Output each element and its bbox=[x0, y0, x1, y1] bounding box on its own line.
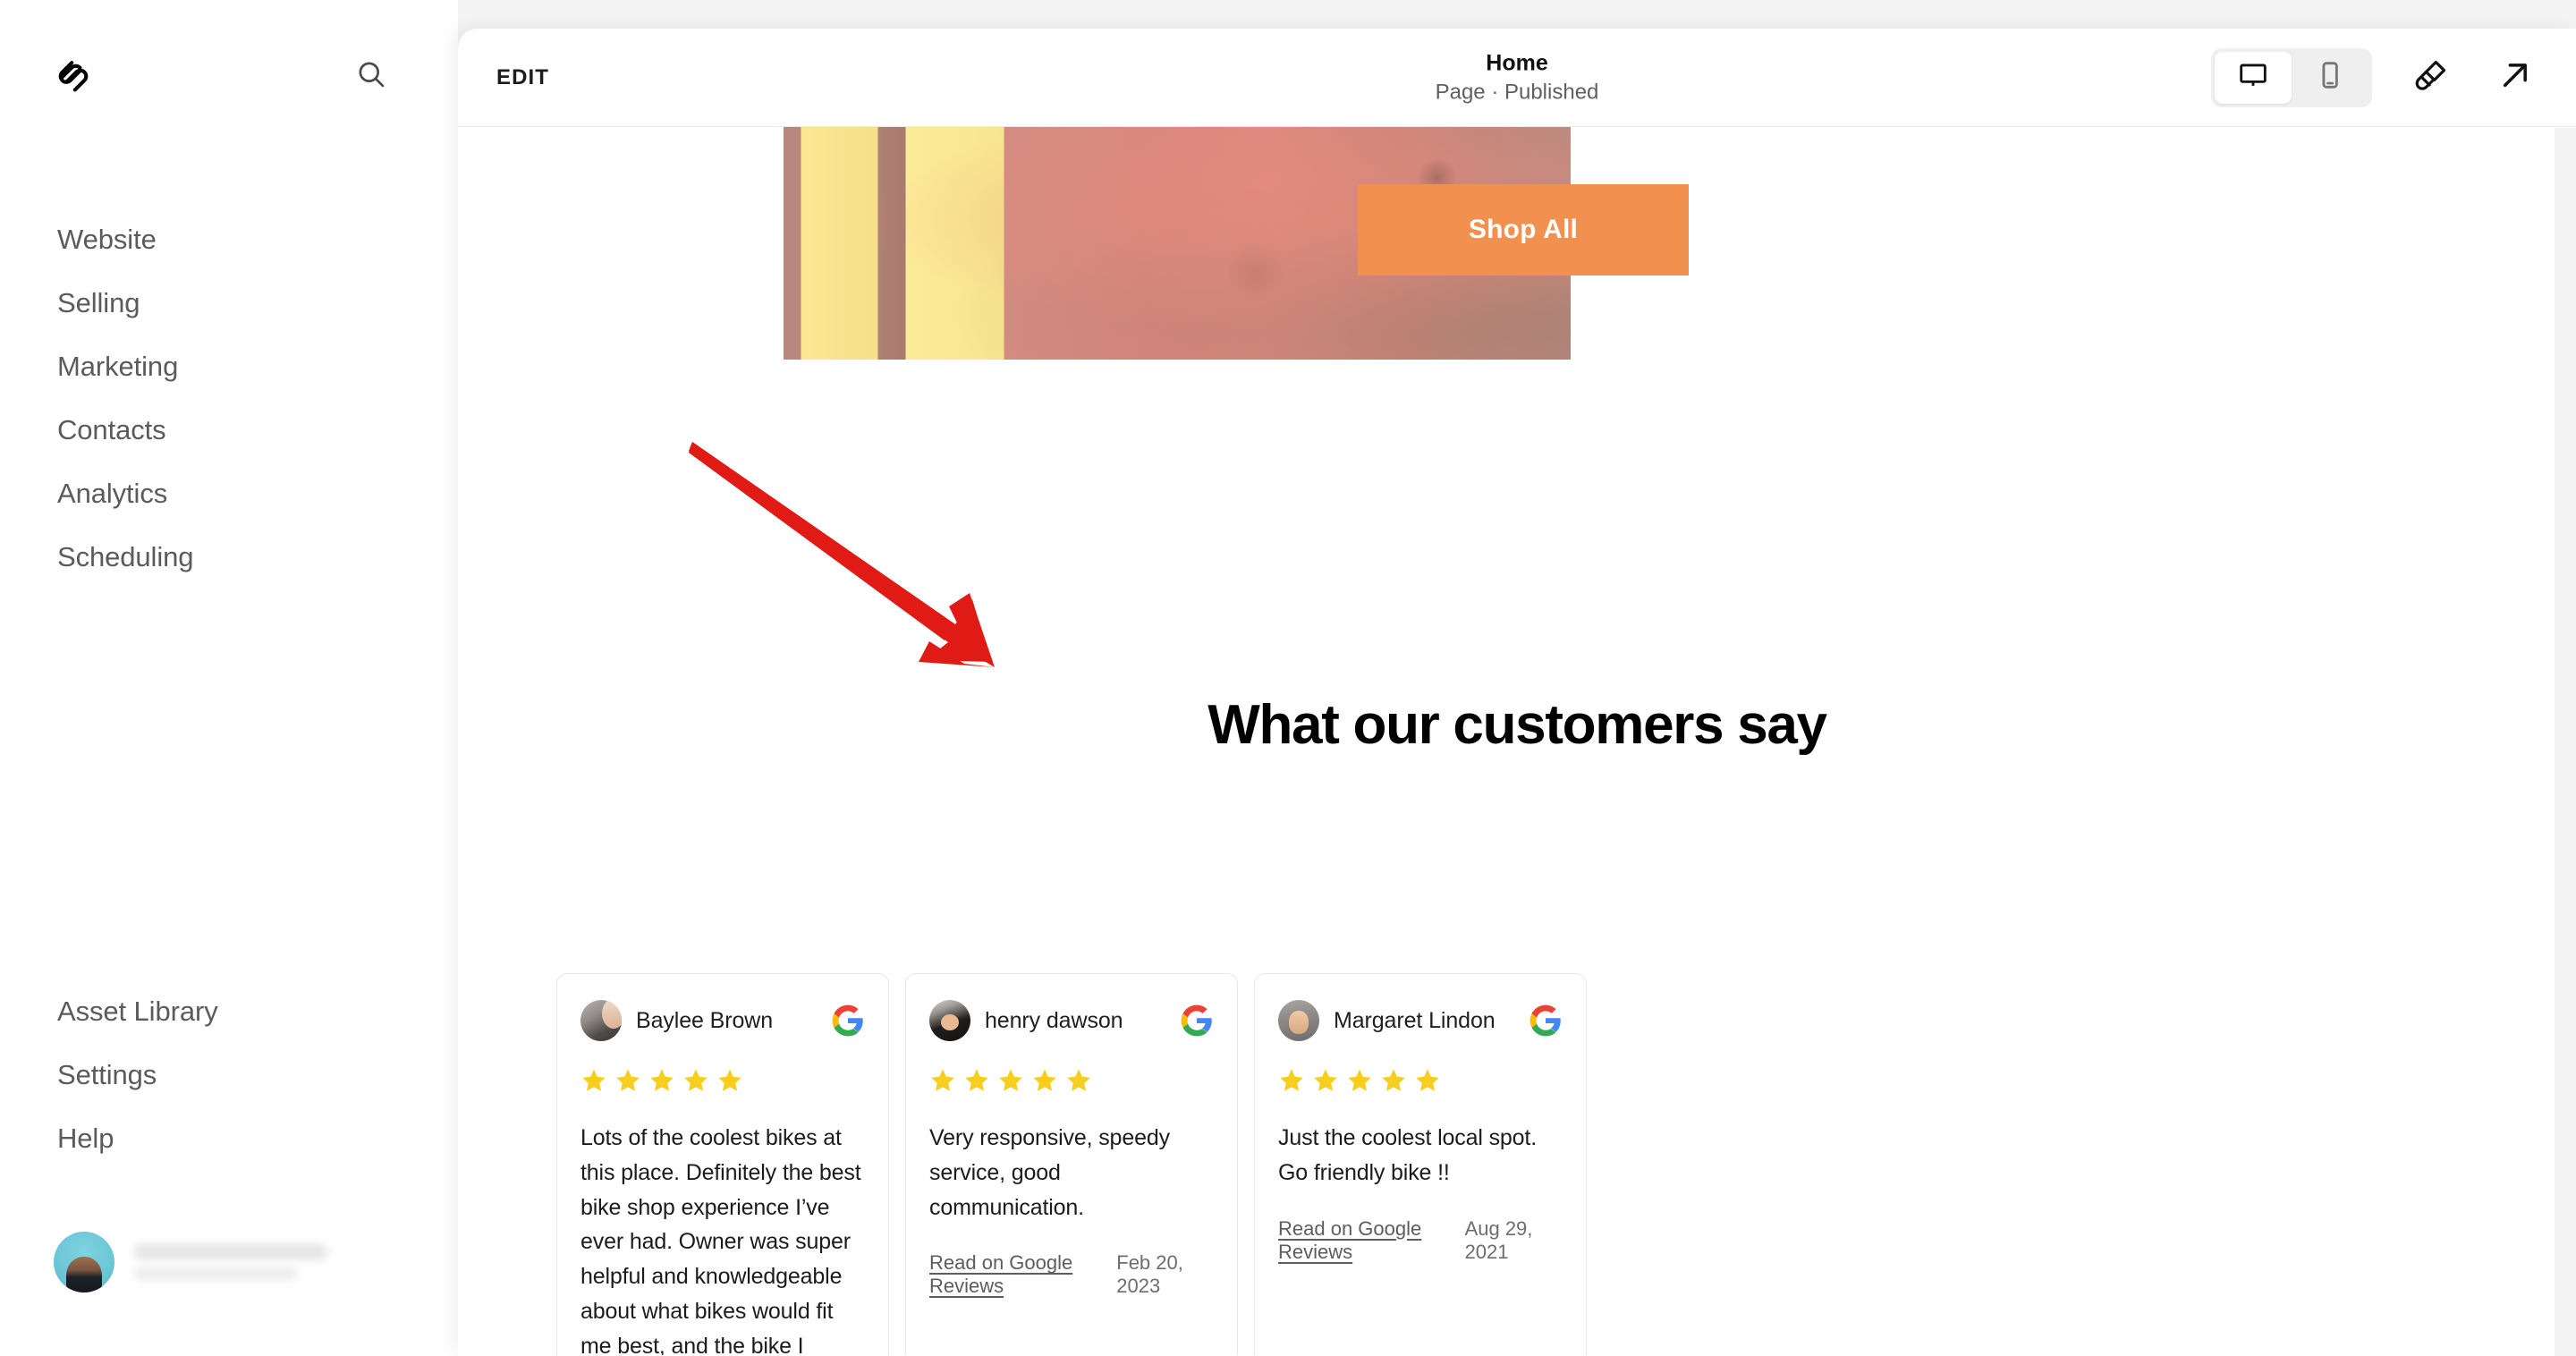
star-icon bbox=[614, 1067, 641, 1094]
sidebar-item-asset-library[interactable]: Asset Library bbox=[0, 979, 458, 1043]
review-card[interactable]: Baylee Brown Lots of the coolest bikes a… bbox=[556, 973, 889, 1355]
reviews-grid: Baylee Brown Lots of the coolest bikes a… bbox=[556, 973, 2476, 1355]
sidebar-item-analytics[interactable]: Analytics bbox=[0, 462, 458, 525]
star-icon bbox=[1346, 1067, 1373, 1094]
review-header: Margaret Lindon bbox=[1278, 997, 1563, 1044]
star-icon bbox=[963, 1067, 990, 1094]
star-icon bbox=[1380, 1067, 1407, 1094]
avatar bbox=[54, 1232, 114, 1292]
star-icon bbox=[1278, 1067, 1305, 1094]
site-preview[interactable]: Shop All What our customers say Baylee B… bbox=[458, 127, 2576, 1355]
review-footer: Read on Google Reviews Feb 20, 2023 bbox=[929, 1251, 1214, 1298]
read-on-google-reviews-link[interactable]: Read on Google Reviews bbox=[929, 1251, 1116, 1298]
sidebar: Website Selling Marketing Contacts Analy… bbox=[0, 0, 458, 1356]
site-styles-button[interactable] bbox=[2406, 53, 2456, 103]
star-rating bbox=[1278, 1067, 1563, 1094]
preview-scrollbar[interactable] bbox=[2555, 128, 2576, 1356]
sidebar-secondary-nav: Asset Library Settings Help bbox=[0, 979, 458, 1170]
star-icon bbox=[716, 1067, 743, 1094]
sidebar-item-website[interactable]: Website bbox=[0, 208, 458, 271]
sidebar-item-help[interactable]: Help bbox=[0, 1106, 458, 1170]
open-site-button[interactable] bbox=[2490, 53, 2540, 103]
reviewer-name: henry dawson bbox=[985, 1007, 1123, 1033]
edit-button[interactable]: EDIT bbox=[496, 65, 549, 90]
sidebar-item-settings[interactable]: Settings bbox=[0, 1043, 458, 1106]
star-icon bbox=[1065, 1067, 1092, 1094]
star-rating bbox=[929, 1067, 1214, 1094]
sidebar-item-selling[interactable]: Selling bbox=[0, 271, 458, 335]
reviewer: henry dawson bbox=[929, 1000, 1123, 1041]
read-on-google-reviews-link[interactable]: Read on Google Reviews bbox=[1278, 1217, 1465, 1264]
star-icon bbox=[1312, 1067, 1339, 1094]
star-icon bbox=[682, 1067, 709, 1094]
toolbar-actions bbox=[2211, 47, 2540, 107]
star-icon bbox=[580, 1067, 607, 1094]
content-frame: EDIT Home Page · Published Shop All What… bbox=[458, 29, 2576, 1356]
user-email-redacted bbox=[134, 1267, 297, 1280]
review-footer: Read on Google Reviews Aug 29, 2021 bbox=[1278, 1217, 1563, 1264]
sidebar-primary-nav: Website Selling Marketing Contacts Analy… bbox=[0, 208, 458, 589]
avatar bbox=[1278, 1000, 1319, 1041]
review-date: Feb 20, 2023 bbox=[1116, 1251, 1183, 1298]
mobile-view-button[interactable] bbox=[2292, 52, 2368, 104]
star-icon bbox=[997, 1067, 1024, 1094]
user-identity-redacted bbox=[134, 1244, 327, 1280]
page-status: Page · Published bbox=[1435, 80, 1599, 105]
page-meta: Home Page · Published bbox=[1284, 49, 1750, 106]
star-icon bbox=[1031, 1067, 1058, 1094]
star-icon bbox=[648, 1067, 675, 1094]
sidebar-header bbox=[0, 0, 458, 116]
review-text: Very responsive, speedy service, good co… bbox=[929, 1125, 1170, 1220]
review-text: Lots of the coolest bikes at this place.… bbox=[580, 1125, 861, 1355]
paintbrush-icon bbox=[2413, 57, 2449, 97]
review-date: Aug 29, 2021 bbox=[1464, 1216, 1533, 1263]
star-icon bbox=[929, 1067, 956, 1094]
arrow-up-right-icon bbox=[2497, 57, 2533, 97]
review-text: Just the coolest local spot. Go friendly… bbox=[1278, 1125, 1538, 1185]
shop-all-button[interactable]: Shop All bbox=[1358, 184, 1689, 275]
google-icon bbox=[1529, 1004, 1563, 1038]
sidebar-item-contacts[interactable]: Contacts bbox=[0, 398, 458, 462]
reviewer-name: Margaret Lindon bbox=[1334, 1007, 1496, 1033]
app-root: Website Selling Marketing Contacts Analy… bbox=[0, 0, 2576, 1356]
reviewer: Baylee Brown bbox=[580, 1000, 773, 1041]
google-icon bbox=[831, 1004, 865, 1038]
mobile-icon bbox=[2315, 60, 2345, 95]
review-card[interactable]: Margaret Lindon Just the coolest local s… bbox=[1254, 973, 1587, 1355]
star-icon bbox=[1414, 1067, 1441, 1094]
avatar bbox=[929, 1000, 970, 1041]
sidebar-item-scheduling[interactable]: Scheduling bbox=[0, 525, 458, 589]
page-title: What our customers say bbox=[1208, 694, 1827, 756]
reviewer-name: Baylee Brown bbox=[636, 1007, 774, 1033]
star-rating bbox=[580, 1067, 865, 1094]
google-icon bbox=[1180, 1004, 1214, 1038]
sidebar-user-account[interactable] bbox=[54, 1230, 411, 1294]
preview-toolbar: EDIT Home Page · Published bbox=[458, 29, 2576, 127]
desktop-icon bbox=[2238, 60, 2268, 95]
squarespace-logo[interactable] bbox=[51, 52, 96, 97]
avatar bbox=[580, 1000, 622, 1041]
review-header: Baylee Brown bbox=[580, 997, 865, 1044]
review-header: henry dawson bbox=[929, 997, 1214, 1044]
reviewer: Margaret Lindon bbox=[1278, 1000, 1496, 1041]
review-card[interactable]: henry dawson Very responsive, speedy ser… bbox=[905, 973, 1238, 1355]
desktop-view-button[interactable] bbox=[2215, 51, 2292, 104]
viewport-toggle bbox=[2211, 47, 2372, 107]
search-icon[interactable] bbox=[351, 54, 392, 95]
sidebar-item-marketing[interactable]: Marketing bbox=[0, 335, 458, 398]
page-title: Home bbox=[1486, 49, 1548, 75]
user-name-redacted bbox=[134, 1244, 327, 1259]
